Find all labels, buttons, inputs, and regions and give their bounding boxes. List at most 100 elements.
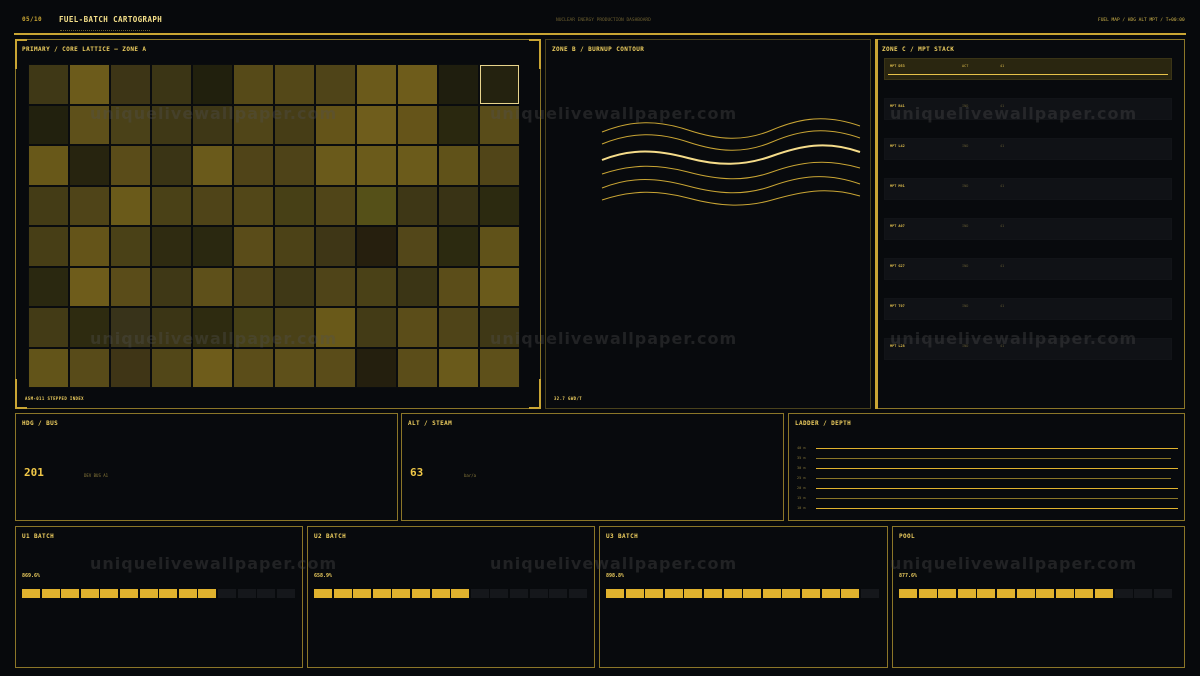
lattice-cell[interactable]	[356, 226, 397, 267]
lattice-cell[interactable]	[438, 226, 479, 267]
lattice-cell[interactable]	[110, 185, 151, 226]
lattice-cell[interactable]	[69, 64, 110, 105]
lattice-cell[interactable]	[315, 266, 356, 307]
lattice-cell[interactable]	[397, 185, 438, 226]
lattice-cell[interactable]	[151, 185, 192, 226]
lattice-cell[interactable]	[397, 145, 438, 186]
lattice-cell[interactable]	[356, 64, 397, 105]
lattice-cell[interactable]	[69, 347, 110, 388]
lattice-cell[interactable]	[397, 64, 438, 105]
lattice-cell[interactable]	[69, 185, 110, 226]
lattice-cell[interactable]	[479, 185, 520, 226]
lattice-cell[interactable]	[479, 266, 520, 307]
lattice-cell[interactable]	[233, 347, 274, 388]
lattice-cell[interactable]	[192, 347, 233, 388]
lattice-cell[interactable]	[479, 64, 520, 105]
mpt-stack-row[interactable]: MPT T07 IND 41	[884, 298, 1172, 320]
lattice-cell[interactable]	[151, 347, 192, 388]
batch-meter-segment	[237, 589, 256, 598]
lattice-cell[interactable]	[315, 145, 356, 186]
lattice-cell[interactable]	[274, 226, 315, 267]
mpt-stack-row[interactable]: MPT A07 IND 41	[884, 218, 1172, 240]
lattice-cell[interactable]	[233, 266, 274, 307]
mpt-stack-row[interactable]: MPT L42 IND 41	[884, 138, 1172, 160]
lattice-cell[interactable]	[110, 347, 151, 388]
mpt-stack-row[interactable]: MPT G27 IND 41	[884, 258, 1172, 280]
lattice-cell[interactable]	[356, 266, 397, 307]
lattice-cell[interactable]	[28, 266, 69, 307]
lattice-cell[interactable]	[151, 226, 192, 267]
lattice-cell[interactable]	[110, 266, 151, 307]
lattice-cell[interactable]	[315, 185, 356, 226]
batch-meter-segment	[899, 589, 917, 598]
ladder-tick-label: 35 m	[797, 456, 806, 460]
batch-meter-segment	[490, 589, 509, 598]
lattice-cell[interactable]	[438, 266, 479, 307]
lattice-cell[interactable]	[28, 185, 69, 226]
lattice-cell[interactable]	[28, 347, 69, 388]
lattice-cell[interactable]	[315, 226, 356, 267]
lattice-cell[interactable]	[69, 145, 110, 186]
corner-bracket	[529, 39, 541, 69]
lattice-cell[interactable]	[438, 145, 479, 186]
lattice-cell[interactable]	[397, 226, 438, 267]
lattice-cell[interactable]	[151, 145, 192, 186]
lattice-cell[interactable]	[192, 185, 233, 226]
mpt-stack-row[interactable]: MPT D53 ACT 41	[884, 58, 1172, 80]
mpt-status: IND	[962, 184, 969, 188]
lattice-cell[interactable]	[315, 347, 356, 388]
lattice-cell[interactable]	[479, 347, 520, 388]
lattice-cell[interactable]	[233, 145, 274, 186]
lattice-cell[interactable]	[110, 64, 151, 105]
lattice-cell[interactable]	[69, 266, 110, 307]
dashboard-subtitle: NUCLEAR ENERGY PRODUCTION DASHBOARD	[556, 18, 651, 23]
lattice-cell[interactable]	[315, 64, 356, 105]
lattice-cell[interactable]	[274, 347, 315, 388]
lattice-cell[interactable]	[151, 266, 192, 307]
lattice-cell[interactable]	[192, 64, 233, 105]
lattice-cell[interactable]	[274, 266, 315, 307]
lattice-cell[interactable]	[69, 226, 110, 267]
lattice-cell[interactable]	[28, 145, 69, 186]
lattice-cell[interactable]	[356, 307, 397, 348]
lattice-cell[interactable]	[274, 64, 315, 105]
lattice-cell[interactable]	[274, 185, 315, 226]
scale-ticks	[60, 28, 150, 31]
lattice-cell[interactable]	[28, 307, 69, 348]
lattice-cell[interactable]	[28, 104, 69, 145]
watermark: uniquelivewallpaper.com	[890, 104, 1138, 123]
lattice-cell[interactable]	[397, 266, 438, 307]
lattice-cell[interactable]	[356, 145, 397, 186]
lattice-cell[interactable]	[356, 347, 397, 388]
lattice-cell[interactable]	[397, 307, 438, 348]
lattice-cell[interactable]	[28, 226, 69, 267]
lattice-cell[interactable]	[397, 104, 438, 145]
lattice-cell[interactable]	[192, 266, 233, 307]
lattice-cell[interactable]	[28, 64, 69, 105]
lattice-cell[interactable]	[438, 64, 479, 105]
lattice-cell[interactable]	[438, 104, 479, 145]
header-divider	[14, 33, 1186, 35]
mpt-stack-row[interactable]: MPT M91 IND 41	[884, 178, 1172, 200]
batch-meter-segment	[353, 589, 372, 598]
batch-panel: U3 BATCH 898.8%	[599, 526, 888, 668]
lattice-cell[interactable]	[192, 145, 233, 186]
batch-meter-segment	[723, 589, 742, 598]
lattice-cell[interactable]	[356, 104, 397, 145]
ladder-line	[816, 508, 1178, 509]
lattice-cell[interactable]	[192, 226, 233, 267]
lattice-cell[interactable]	[233, 185, 274, 226]
lattice-cell[interactable]	[479, 226, 520, 267]
lattice-cell[interactable]	[479, 145, 520, 186]
lattice-cell[interactable]	[438, 347, 479, 388]
lattice-cell[interactable]	[438, 185, 479, 226]
lattice-cell[interactable]	[274, 145, 315, 186]
lattice-cell[interactable]	[438, 307, 479, 348]
lattice-cell[interactable]	[233, 226, 274, 267]
lattice-cell[interactable]	[397, 347, 438, 388]
lattice-cell[interactable]	[233, 64, 274, 105]
lattice-cell[interactable]	[110, 226, 151, 267]
lattice-cell[interactable]	[356, 185, 397, 226]
lattice-cell[interactable]	[110, 145, 151, 186]
lattice-cell[interactable]	[151, 64, 192, 105]
